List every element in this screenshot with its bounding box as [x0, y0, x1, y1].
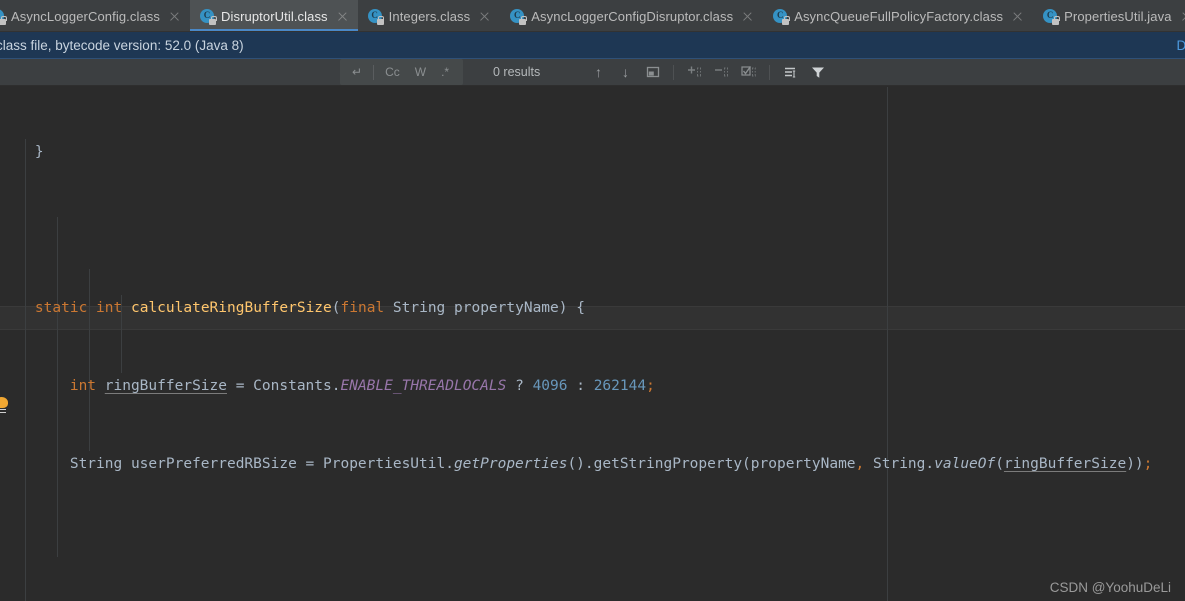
code-line: } — [0, 144, 44, 160]
divider — [373, 64, 375, 80]
add-selection-icon[interactable] — [681, 59, 708, 85]
editor-tab-asyncloggerconfig[interactable]: C AsyncLoggerConfig.class — [0, 0, 190, 31]
watermark: CSDN @YoohuDeLi — [1049, 580, 1171, 595]
editor-tab-asyncloggerconfigdisruptor[interactable]: C AsyncLoggerConfigDisruptor.class — [500, 0, 764, 31]
code-line: static int calculateRingBufferSize(final… — [0, 300, 585, 316]
code-line: String userPreferredRBSize = PropertiesU… — [0, 456, 1153, 472]
filter-lines-icon[interactable] — [777, 59, 804, 85]
editor-tab-label: DisruptorUtil.class — [221, 8, 328, 24]
words-toggle[interactable]: W — [409, 59, 432, 85]
find-toolbar: ↵ Cc W .* 0 results ↑ ↓ — [0, 59, 1185, 86]
bytecode-version-banner: class file, bytecode version: 52.0 (Java… — [0, 32, 1185, 59]
close-icon[interactable] — [741, 10, 754, 23]
close-icon[interactable] — [1011, 10, 1024, 23]
arrow-down-icon[interactable]: ↓ — [612, 59, 639, 85]
class-file-icon: C — [773, 8, 790, 25]
code-content: } static int calculateRingBufferSize(fin… — [0, 87, 1152, 601]
editor-tab-label: AsyncLoggerConfig.class — [11, 8, 160, 24]
download-sources-link[interactable]: Down — [1176, 38, 1185, 53]
search-field-options: ↵ Cc W .* — [340, 59, 464, 85]
editor-tab-bar: C AsyncLoggerConfig.class C DisruptorUti… — [0, 0, 1185, 32]
class-file-icon: C — [1043, 8, 1060, 25]
ide-window: C AsyncLoggerConfig.class C DisruptorUti… — [0, 0, 1185, 601]
editor-tab-label: PropertiesUtil.java — [1064, 8, 1172, 24]
editor-tab-label: Integers.class — [388, 8, 471, 24]
editor-tab-label: AsyncLoggerConfigDisruptor.class — [531, 8, 734, 24]
class-file-icon: C — [367, 8, 385, 25]
editor-tab-propertiesutil[interactable]: C PropertiesUtil.java — [1033, 0, 1185, 31]
remove-selection-icon[interactable] — [708, 59, 735, 85]
search-results-count: 0 results — [493, 65, 541, 79]
filter-icon[interactable] — [804, 59, 831, 85]
class-file-icon: C — [0, 8, 7, 25]
editor-tab-label: AsyncQueueFullPolicyFactory.class — [794, 8, 1004, 24]
select-all-occurrences-icon[interactable] — [639, 59, 666, 85]
code-editor[interactable]: } static int calculateRingBufferSize(fin… — [0, 87, 1185, 601]
arrow-up-icon[interactable]: ↑ — [585, 59, 612, 85]
find-actions: ↑ ↓ — [585, 59, 831, 85]
editor-tab-disruptorutil[interactable]: C DisruptorUtil.class — [190, 0, 358, 31]
match-case-toggle[interactable]: Cc — [379, 59, 406, 85]
close-icon[interactable] — [1180, 10, 1185, 23]
editor-tab-asyncqueuefullpolicyfactory[interactable]: C AsyncQueueFullPolicyFactory.class — [763, 0, 1034, 31]
code-line: int ringBufferSize = Constants.ENABLE_TH… — [0, 378, 655, 394]
class-file-icon: C — [200, 8, 217, 25]
regex-toggle[interactable]: .* — [435, 59, 455, 85]
wrap-around-icon[interactable]: ↵ — [346, 59, 368, 85]
editor-tab-integers[interactable]: C Integers.class — [357, 0, 501, 31]
toggle-selection-icon[interactable] — [735, 59, 762, 85]
class-file-icon: C — [510, 8, 527, 25]
close-icon[interactable] — [336, 10, 349, 23]
divider — [769, 64, 770, 80]
divider — [673, 64, 674, 80]
close-icon[interactable] — [168, 10, 181, 23]
banner-message: class file, bytecode version: 52.0 (Java… — [0, 37, 244, 53]
close-icon[interactable] — [478, 10, 491, 23]
